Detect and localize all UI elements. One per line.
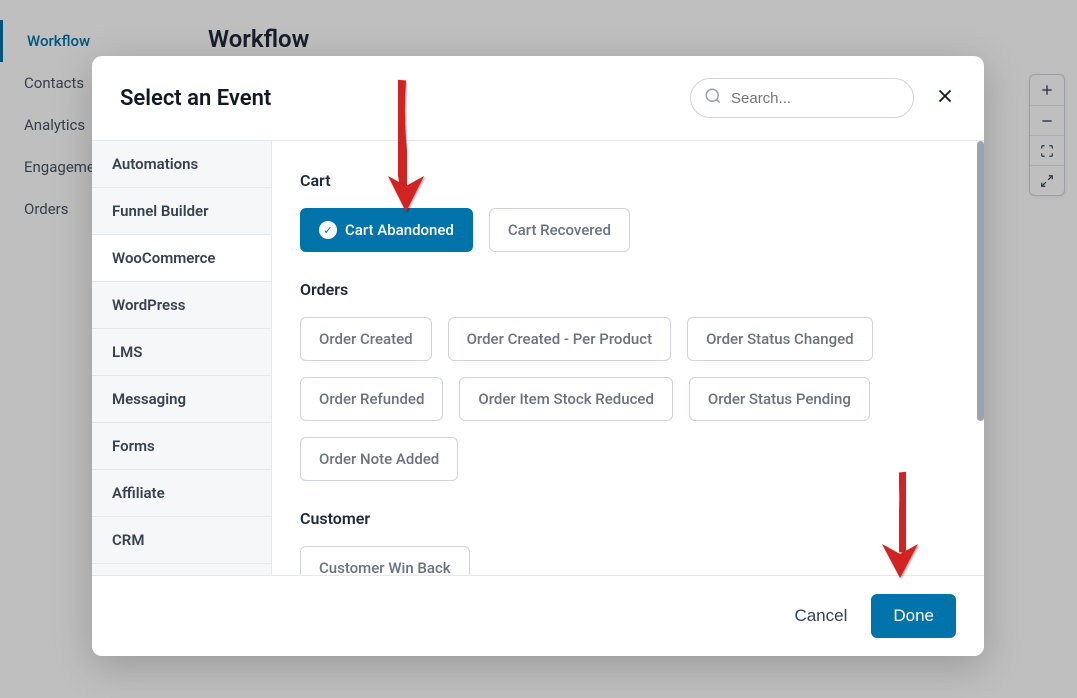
event-customer-win-back[interactable]: Customer Win Back [300, 546, 470, 575]
category-affiliate[interactable]: Affiliate [92, 470, 271, 517]
chip-label: Order Note Added [319, 450, 439, 468]
close-icon [934, 85, 956, 107]
event-area: Cart ✓ Cart Abandoned Cart Recovered Ord… [272, 141, 984, 575]
chip-label: Order Refunded [319, 390, 424, 408]
category-wordpress[interactable]: WordPress [92, 282, 271, 329]
chip-label: Order Status Pending [708, 390, 851, 408]
search-icon [704, 87, 722, 109]
category-forms[interactable]: Forms [92, 423, 271, 470]
modal-footer: Cancel Done [92, 575, 984, 656]
event-order-note-added[interactable]: Order Note Added [300, 437, 458, 481]
category-crm[interactable]: CRM [92, 517, 271, 564]
category-list: Automations Funnel Builder WooCommerce W… [92, 141, 272, 575]
modal-header: Select an Event [92, 56, 984, 141]
event-cart-abandoned[interactable]: ✓ Cart Abandoned [300, 208, 473, 252]
section-orders-label: Orders [300, 280, 956, 299]
chip-label: Order Created [319, 330, 413, 348]
cancel-button[interactable]: Cancel [794, 606, 847, 626]
select-event-modal: Select an Event Automations Funnel Build… [92, 56, 984, 656]
category-funnel-builder[interactable]: Funnel Builder [92, 188, 271, 235]
chip-label: Cart Recovered [508, 221, 611, 239]
chip-label: Customer Win Back [319, 559, 451, 575]
done-button[interactable]: Done [871, 594, 956, 638]
section-customer-label: Customer [300, 509, 956, 528]
category-woocommerce[interactable]: WooCommerce [92, 235, 271, 282]
search-wrap [690, 78, 914, 118]
event-cart-recovered[interactable]: Cart Recovered [489, 208, 630, 252]
check-icon: ✓ [319, 221, 337, 239]
category-lms[interactable]: LMS [92, 329, 271, 376]
chip-label: Order Status Changed [706, 330, 854, 348]
modal-title: Select an Event [120, 86, 271, 111]
section-cart-label: Cart [300, 171, 956, 190]
event-order-item-stock-reduced[interactable]: Order Item Stock Reduced [459, 377, 672, 421]
event-order-status-pending[interactable]: Order Status Pending [689, 377, 870, 421]
event-order-status-changed[interactable]: Order Status Changed [687, 317, 873, 361]
event-order-created[interactable]: Order Created [300, 317, 432, 361]
close-button[interactable] [934, 85, 956, 111]
category-messaging[interactable]: Messaging [92, 376, 271, 423]
chip-label: Cart Abandoned [345, 221, 454, 239]
event-order-refunded[interactable]: Order Refunded [300, 377, 443, 421]
search-input[interactable] [690, 78, 914, 118]
chip-label: Order Item Stock Reduced [478, 390, 653, 408]
chip-label: Order Created - Per Product [467, 330, 653, 348]
scrollbar[interactable] [977, 141, 984, 421]
modal-body: Automations Funnel Builder WooCommerce W… [92, 141, 984, 575]
category-automations[interactable]: Automations [92, 141, 271, 188]
event-order-created-per-product[interactable]: Order Created - Per Product [448, 317, 672, 361]
